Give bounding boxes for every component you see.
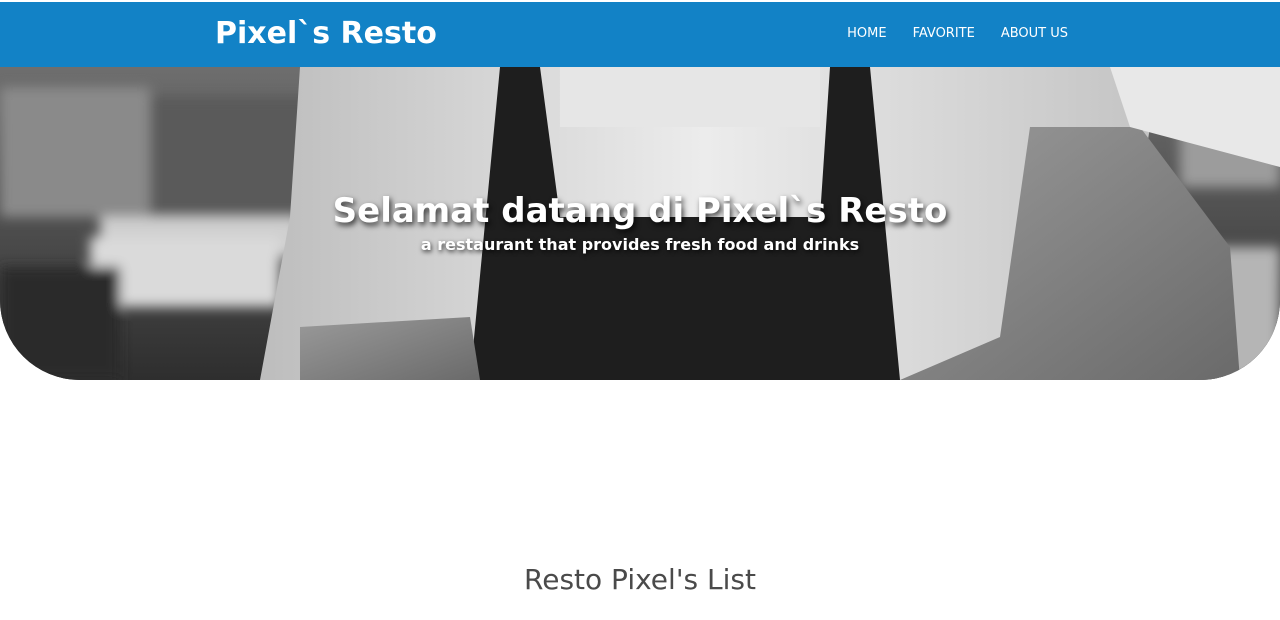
nav-favorite-link[interactable]: FAVORITE [913,24,975,44]
brand-logo-link[interactable]: Pixel`s Resto [215,14,437,54]
hero-text: Selamat datang di Pixel`s Resto a restau… [0,187,1280,257]
main-nav: HOME FAVORITE ABOUT US [821,24,1068,44]
hero-title: Selamat datang di Pixel`s Resto [332,191,948,231]
app-bar: Pixel`s Resto HOME FAVORITE ABOUT US [0,2,1280,67]
hero-subtitle: a restaurant that provides fresh food an… [420,235,860,254]
hero-banner: Selamat datang di Pixel`s Resto a restau… [0,67,1280,380]
restaurant-list-heading: Resto Pixel's List [524,563,756,596]
nav-about-us-link[interactable]: ABOUT US [1001,24,1068,44]
nav-home-link[interactable]: HOME [847,24,886,44]
